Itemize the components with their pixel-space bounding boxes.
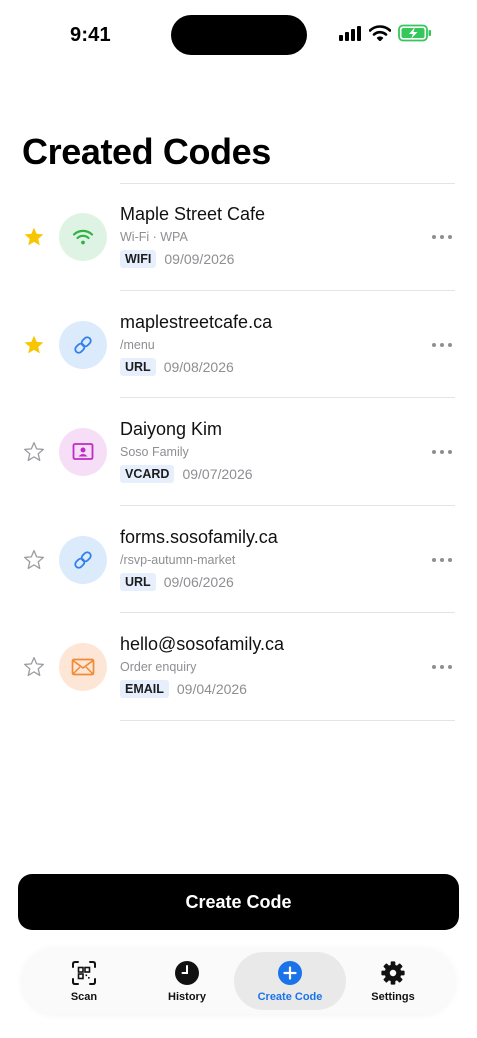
tab-label: History [168, 990, 206, 1003]
code-type-badge: URL [120, 357, 156, 376]
code-row-daiyong-kim[interactable]: Daiyong Kim Soso Family VCARD 09/07/2026 [0, 398, 477, 506]
code-date: 09/04/2026 [176, 681, 247, 697]
code-row-maple-street-cafe[interactable]: Maple Street Cafe Wi-Fi · WPA WIFI 09/09… [0, 183, 477, 291]
star-filled-icon[interactable] [22, 333, 46, 357]
code-subtitle: Soso Family [120, 445, 189, 459]
wifi-status-icon [368, 24, 392, 46]
tab-label: Settings [371, 990, 415, 1003]
envelope-icon [59, 643, 107, 691]
more-options-icon[interactable] [431, 657, 453, 677]
dynamic-island [171, 15, 307, 55]
code-row-maplestreetcafe[interactable]: maplestreetcafe.ca /menu URL 09/08/2026 [0, 291, 477, 398]
battery-charging-icon [398, 24, 432, 47]
code-title: Maple Street Cafe [120, 204, 266, 224]
more-options-icon[interactable] [431, 442, 453, 462]
link-icon [59, 535, 107, 584]
code-meta: EMAIL 09/04/2026 [120, 680, 247, 698]
cellular-signal-icon [338, 25, 362, 46]
code-meta: WIFI 09/09/2026 [120, 250, 234, 268]
codes-list: Maple Street Cafe Wi-Fi · WPA WIFI 09/09… [0, 183, 477, 721]
code-date: 09/07/2026 [182, 466, 253, 482]
star-outline-icon[interactable] [22, 655, 46, 679]
code-subtitle: /menu [120, 337, 155, 352]
status-time: 9:41 [70, 24, 111, 46]
page-title: Created Codes [22, 131, 271, 172]
more-options-icon[interactable] [431, 227, 453, 247]
tab-scan[interactable]: Scan [28, 952, 140, 1010]
code-type-badge: URL [120, 572, 156, 591]
star-outline-icon[interactable] [22, 440, 46, 464]
qr-scan-icon [71, 960, 97, 986]
code-title: hello@sosofamily.ca [120, 634, 285, 654]
tab-label: Create Code [257, 990, 323, 1003]
more-options-icon[interactable] [431, 550, 453, 570]
code-date: 09/06/2026 [163, 573, 234, 590]
code-subtitle: /rsvp-autumn-market [120, 552, 236, 567]
wifi-icon [59, 213, 107, 261]
star-outline-icon[interactable] [22, 548, 46, 572]
more-options-icon[interactable] [431, 335, 453, 355]
code-type-badge: WIFI [120, 250, 157, 268]
tab-settings[interactable]: Settings [337, 952, 449, 1010]
code-meta: URL 09/08/2026 [120, 357, 234, 376]
row-divider [120, 719, 455, 721]
star-filled-icon[interactable] [22, 225, 46, 249]
code-row-forms-sosofamily[interactable]: forms.sosofamily.ca /rsvp-autumn-market … [0, 506, 477, 613]
code-meta: VCARD 09/07/2026 [120, 465, 253, 483]
create-code-button[interactable]: Create Code [18, 874, 459, 930]
link-icon [59, 320, 107, 369]
tab-label: Scan [70, 990, 98, 1003]
clock-icon [174, 960, 200, 986]
code-title: Daiyong Kim [120, 419, 223, 439]
tab-history[interactable]: History [131, 952, 243, 1010]
code-date: 09/09/2026 [164, 251, 235, 267]
code-type-badge: VCARD [120, 465, 175, 483]
code-type-badge: EMAIL [120, 680, 169, 698]
tab-create-code[interactable]: Create Code [234, 952, 346, 1010]
code-date: 09/08/2026 [163, 358, 234, 375]
code-title: forms.sosofamily.ca [120, 526, 278, 547]
code-subtitle: Wi-Fi · WPA [120, 230, 188, 244]
code-row-hello-sosofamily[interactable]: hello@sosofamily.ca Order enquiry EMAIL … [0, 613, 477, 721]
plus-circle-icon [277, 960, 303, 986]
created-codes-screen: 9:41 Created Codes Maple Street Cafe Wi-… [0, 0, 477, 1038]
code-title: maplestreetcafe.ca [120, 311, 273, 332]
gear-icon [380, 960, 406, 986]
code-meta: URL 09/06/2026 [120, 572, 234, 591]
code-subtitle: Order enquiry [120, 660, 197, 674]
status-icons [338, 24, 432, 47]
tab-bar: Scan History Create Code Settings [22, 948, 455, 1014]
contact-card-icon [59, 428, 107, 476]
